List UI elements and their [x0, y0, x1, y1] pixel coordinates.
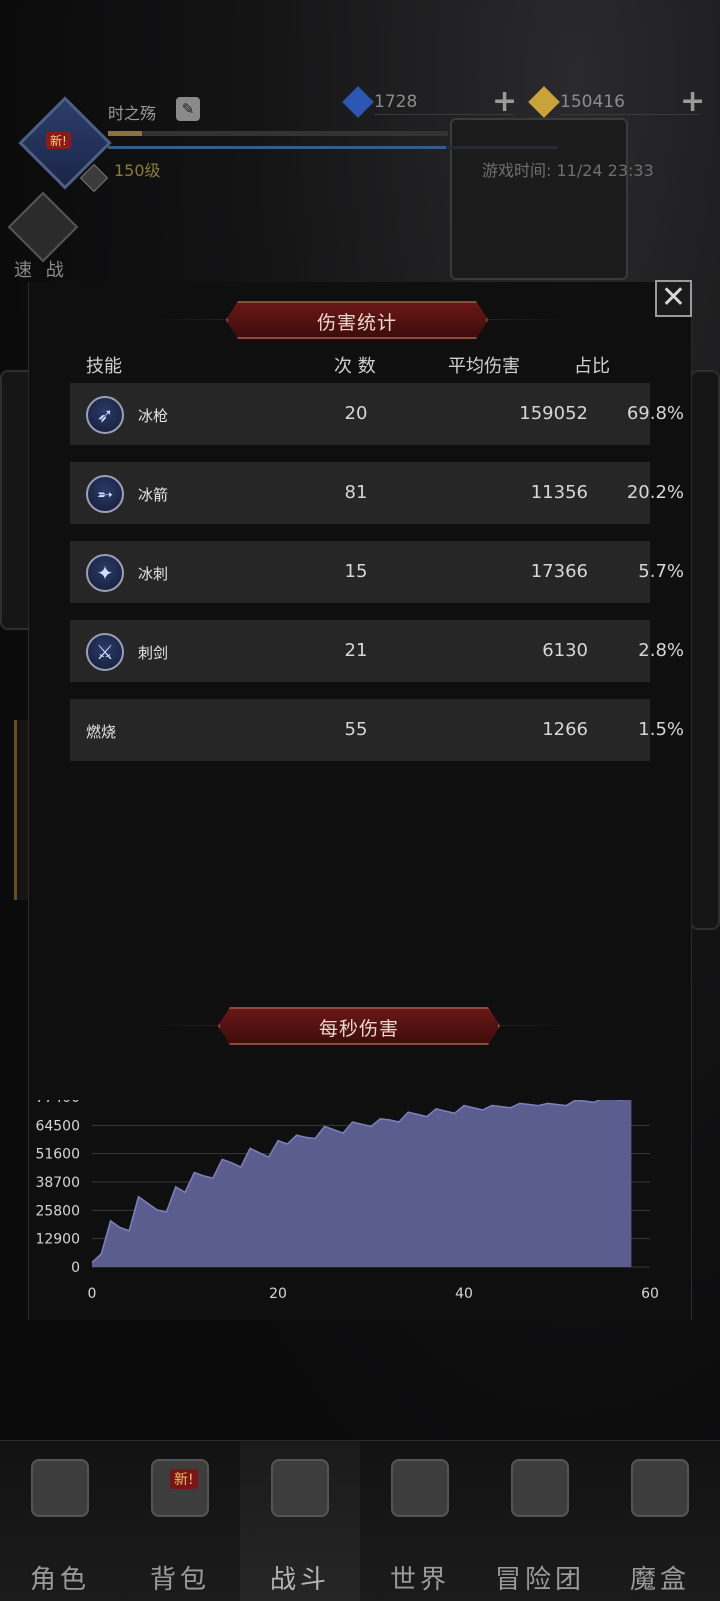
nav-item-character[interactable]: 角色: [0, 1441, 120, 1601]
skill-name: 冰刺: [138, 565, 169, 583]
skill-share: 1.5%: [638, 719, 684, 740]
rapier-icon: ⚔: [86, 633, 124, 671]
background-right-panel: [690, 370, 720, 930]
skill-share: 69.8%: [626, 403, 684, 424]
skill-share: 20.2%: [626, 482, 684, 503]
y-tick-label: 0: [71, 1260, 80, 1276]
ice-spike-icon: ✦: [86, 554, 124, 592]
x-tick-label: 40: [455, 1286, 473, 1302]
skill-name: 冰枪: [138, 407, 169, 425]
skill-name: 冰箭: [138, 486, 169, 504]
table-row: 燃烧 55 1266 1.5%: [70, 699, 684, 761]
add-gems-button[interactable]: +: [492, 87, 517, 117]
shield-sword-icon: [271, 1459, 329, 1517]
nav-label: 世界: [389, 1565, 450, 1595]
skill-count: 20: [344, 403, 368, 424]
damage-stats-title: 伤害统计: [226, 301, 488, 339]
game-time: 游戏时间: 11/24 23:33: [482, 161, 654, 180]
y-tick-label: 25800: [35, 1203, 80, 1219]
nav-item-adventure-team[interactable]: 冒险团: [480, 1441, 600, 1601]
skill-count: 15: [344, 561, 368, 582]
sword-icon: [7, 191, 79, 263]
dps-chart-svg: 0 12900 25800 38700 51600 64500 77400 0 20 40 60: [35, 1100, 659, 1302]
header-count: 次 数: [334, 356, 376, 377]
nav-item-world[interactable]: 世界: [360, 1441, 480, 1601]
skill-share: 2.8%: [638, 640, 684, 661]
bottom-nav: 角色 新! 背包 战斗 世界 冒险团 魔盒: [0, 1440, 720, 1601]
ice-arrow-icon: ➵: [86, 475, 124, 513]
skill-name: 刺剑: [138, 644, 169, 662]
add-gold-button[interactable]: +: [680, 87, 705, 117]
damage-stats-title-text: 伤害统计: [316, 312, 397, 334]
table-row: ✦ 冰刺 15 17366 5.7%: [70, 541, 684, 603]
dps-title: 每秒伤害: [218, 1007, 500, 1045]
gold-amount: 150416: [560, 92, 625, 112]
gem-amount: 1728: [374, 92, 418, 112]
nav-item-battle[interactable]: 战斗: [240, 1441, 360, 1601]
dps-title-text: 每秒伤害: [318, 1018, 399, 1040]
helmet-icon: [31, 1459, 89, 1517]
skill-name: 燃烧: [86, 723, 117, 741]
skill-count: 81: [344, 482, 368, 503]
ice-spear-icon: ➶: [86, 396, 124, 434]
skill-count: 21: [344, 640, 368, 661]
player-name: 时之殇: [108, 104, 157, 123]
table-row: ⚔ 刺剑 21 6130 2.8%: [70, 620, 684, 682]
y-tick-label: 12900: [35, 1232, 80, 1248]
y-tick-label: 51600: [35, 1147, 80, 1163]
nav-label: 角色: [29, 1565, 90, 1595]
header-share: 占比: [574, 356, 610, 377]
new-badge: 新!: [46, 132, 71, 149]
header-skill: 技能: [86, 356, 122, 377]
nav-label: 冒险团: [494, 1565, 585, 1595]
edit-icon[interactable]: ✎: [176, 97, 200, 121]
x-tick-label: 0: [88, 1286, 97, 1302]
nav-item-backpack[interactable]: 新! 背包: [120, 1441, 240, 1601]
mp-bar: [108, 146, 558, 149]
table-row: ➶ 冰枪 20 159052 69.8%: [70, 383, 684, 445]
background-card: [450, 118, 628, 280]
header-avg-damage: 平均伤害: [448, 356, 520, 377]
nav-label: 背包: [149, 1565, 210, 1595]
castle-icon: [511, 1459, 569, 1517]
quick-fight-button[interactable]: 速 战: [7, 191, 80, 281]
quick-fight-label: 速 战: [14, 260, 68, 281]
close-button[interactable]: ✕: [655, 280, 692, 317]
skill-count: 55: [344, 719, 368, 740]
skill-share: 5.7%: [638, 561, 684, 582]
nav-label: 战斗: [269, 1565, 330, 1595]
nav-label: 魔盒: [629, 1565, 690, 1595]
player-avatar[interactable]: 新!: [18, 96, 112, 193]
magic-cube-icon: [631, 1459, 689, 1517]
nav-item-magic-box[interactable]: 魔盒: [600, 1441, 720, 1601]
map-scroll-icon: [391, 1459, 449, 1517]
y-tick-label: 77400: [35, 1100, 80, 1106]
dps-chart: 0 12900 25800 38700 51600 64500 77400 0 20 40 60: [28, 1100, 692, 1340]
new-badge: 新!: [170, 1469, 198, 1489]
x-tick-label: 20: [269, 1286, 287, 1302]
table-row: ➵ 冰箭 81 11356 20.2%: [70, 462, 684, 524]
xp-bar: [108, 131, 448, 136]
x-tick-label: 60: [641, 1286, 659, 1302]
y-tick-label: 64500: [35, 1118, 80, 1134]
y-tick-label: 38700: [35, 1175, 80, 1191]
player-level: 150级: [114, 161, 161, 180]
